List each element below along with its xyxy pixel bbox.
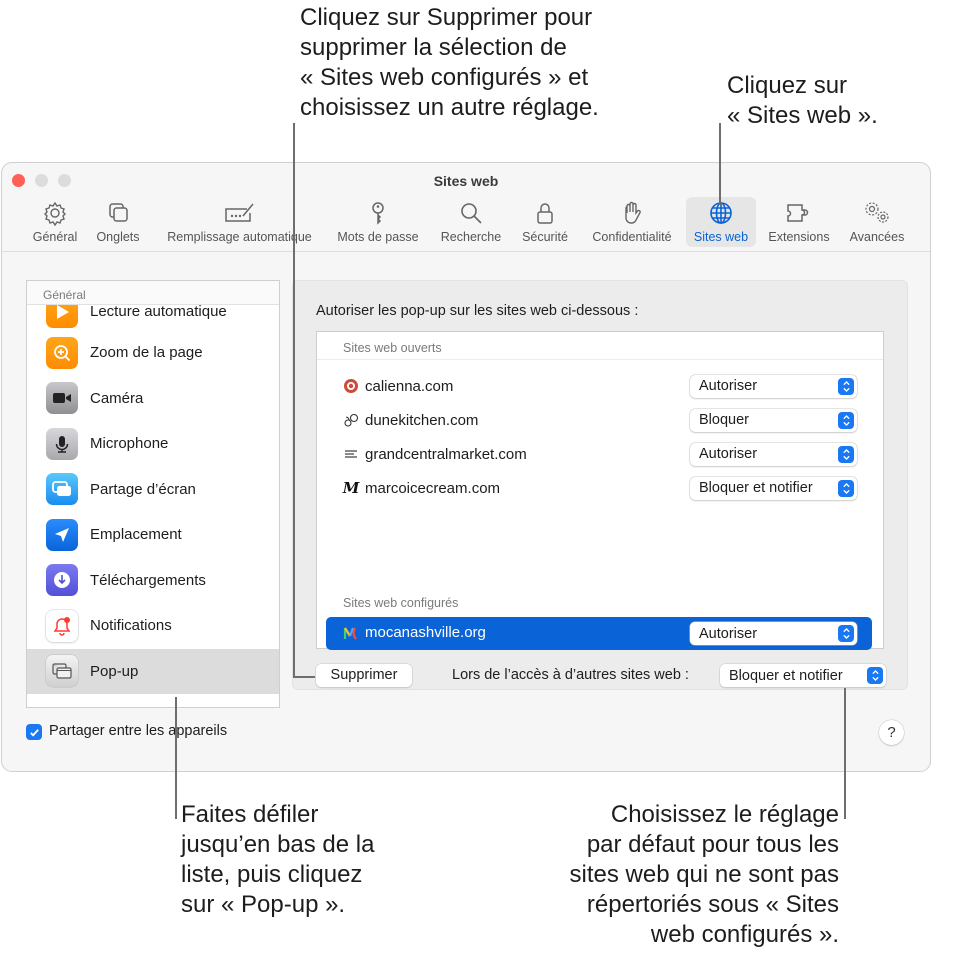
callout-default: Choisissez le réglage par défaut pour to… <box>569 801 840 948</box>
tab-advanced[interactable]: Avancées <box>842 197 912 247</box>
other-sites-label: Lors de l’accès à d’autres sites web : <box>452 667 689 683</box>
gears-icon <box>865 202 889 223</box>
tab-websites[interactable]: Sites web <box>686 197 756 247</box>
popup-window-icon <box>46 655 78 688</box>
tabs-icon <box>109 203 128 222</box>
autofill-icon <box>224 203 254 222</box>
help-button[interactable]: ? <box>879 720 904 745</box>
puzzle-icon <box>787 204 809 222</box>
dunekitchen-favicon <box>343 412 359 428</box>
tab-general[interactable]: Général <box>30 197 80 247</box>
site-row[interactable]: M marcoicecream.com Bloquer et notifier <box>317 472 883 504</box>
magnifier-icon <box>461 203 482 224</box>
site-permission-select[interactable]: Autoriser <box>690 442 857 466</box>
site-permission-select[interactable]: Autoriser <box>690 622 857 645</box>
other-sites-select[interactable]: Bloquer et notifier <box>720 664 886 687</box>
callout-sites-web: Cliquez sur « Sites web ». <box>727 72 878 129</box>
site-name: mocanashville.org <box>365 624 486 641</box>
callout-line-remove-h <box>293 676 315 678</box>
moca-favicon <box>343 625 359 641</box>
globe-icon <box>710 202 732 224</box>
microphone-icon <box>46 427 78 460</box>
sidebar-item-camera[interactable]: Caméra <box>27 376 279 422</box>
marco-favicon: M <box>342 479 360 497</box>
sidebar-item-location[interactable]: Emplacement <box>27 512 279 558</box>
sidebar-item-popup[interactable]: Pop-up <box>27 648 279 694</box>
site-name: calienna.com <box>365 377 454 395</box>
tab-passwords[interactable]: Mots de passe <box>330 197 426 247</box>
callout-remove: Cliquez sur Supprimer pour supprimer la … <box>300 4 599 121</box>
configured-site-row-selected[interactable]: mocanashville.org Autoriser <box>326 617 872 650</box>
callout-line-popup <box>175 697 177 819</box>
grandcentral-favicon <box>343 446 359 462</box>
preferences-toolbar: Général Onglets Remplissage automatique … <box>2 197 930 249</box>
sidebar-list[interactable]: Lecture automatique Zoom de la page Camé… <box>26 280 280 708</box>
remove-button[interactable]: Supprimer <box>316 664 412 687</box>
configured-sites-header: Sites web configurés <box>343 596 459 610</box>
calienna-favicon <box>343 378 359 394</box>
sidebar-section-header: Général <box>27 281 279 305</box>
toolbar-divider <box>2 251 930 252</box>
bell-icon <box>46 609 78 642</box>
updown-chevron-icon <box>838 445 854 463</box>
callout-line-sites-web <box>719 123 721 205</box>
site-permission-select[interactable]: Autoriser <box>690 374 857 398</box>
sidebar-scroll-content: Lecture automatique Zoom de la page Camé… <box>27 293 279 694</box>
tab-extensions[interactable]: Extensions <box>762 197 836 247</box>
key-icon <box>372 202 384 225</box>
tab-autofill[interactable]: Remplissage automatique <box>157 197 322 247</box>
tab-privacy[interactable]: Confidentialité <box>584 197 680 247</box>
share-across-devices-label: Partager entre les appareils <box>49 723 228 739</box>
location-icon <box>46 518 78 551</box>
camera-icon <box>46 382 78 415</box>
callout-popup: Faites défiler jusqu’en bas de la liste,… <box>181 801 375 918</box>
site-permission-select[interactable]: Bloquer et notifier <box>690 476 857 500</box>
site-name: dunekitchen.com <box>365 411 479 429</box>
tab-onglets[interactable]: Onglets <box>90 197 146 247</box>
sidebar-item-notifications[interactable]: Notifications <box>27 603 279 649</box>
site-row[interactable]: calienna.com Autoriser <box>317 370 883 402</box>
sidebar-item-microphone[interactable]: Microphone <box>27 421 279 467</box>
sidebar-item-page-zoom[interactable]: Zoom de la page <box>27 330 279 376</box>
lock-icon <box>537 203 553 224</box>
tab-security[interactable]: Sécurité <box>514 197 576 247</box>
hand-icon <box>625 201 641 224</box>
site-row[interactable]: grandcentralmarket.com Autoriser <box>317 438 883 470</box>
screen-share-icon <box>46 473 78 506</box>
share-across-devices-checkbox[interactable] <box>26 724 42 740</box>
open-sites-header: Sites web ouverts <box>317 332 883 360</box>
site-name: grandcentralmarket.com <box>365 445 527 463</box>
tab-search[interactable]: Recherche <box>434 197 508 247</box>
site-name: marcoicecream.com <box>365 479 501 497</box>
updown-chevron-icon <box>838 479 854 497</box>
websites-list[interactable]: Sites web ouverts calienna.com Autoriser… <box>316 331 884 650</box>
updown-chevron-icon <box>867 667 883 684</box>
zoom-icon <box>46 336 78 369</box>
sidebar-item-downloads[interactable]: Téléchargements <box>27 558 279 604</box>
callout-line-remove <box>293 123 295 677</box>
updown-chevron-icon <box>838 377 854 395</box>
download-icon <box>46 564 78 597</box>
gear-icon <box>44 201 66 226</box>
site-row[interactable]: dunekitchen.com Bloquer <box>317 404 883 436</box>
updown-chevron-icon <box>838 625 854 642</box>
callout-line-default <box>844 688 846 819</box>
sidebar-item-screen-share[interactable]: Partage d’écran <box>27 467 279 513</box>
popup-settings-panel: Autoriser les pop-up sur les sites web c… <box>292 280 908 690</box>
preferences-window: Sites web Général Onglets Remplissage au… <box>1 162 931 772</box>
panel-title: Autoriser les pop-up sur les sites web c… <box>316 303 639 319</box>
site-permission-select[interactable]: Bloquer <box>690 408 857 432</box>
updown-chevron-icon <box>838 411 854 429</box>
window-title: Sites web <box>433 173 499 189</box>
